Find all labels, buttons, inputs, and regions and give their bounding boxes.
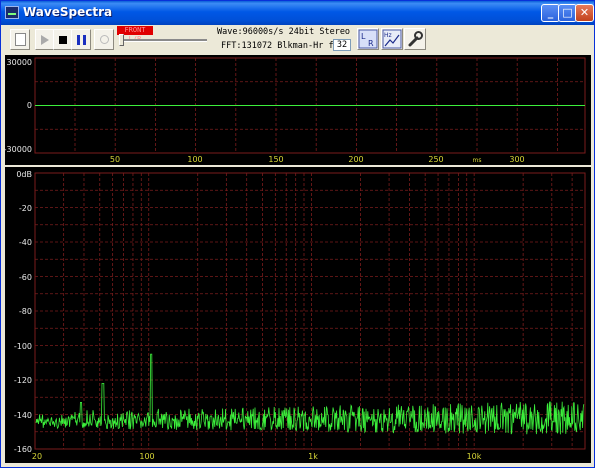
lr-text-r: R xyxy=(368,39,374,48)
file-icon xyxy=(14,33,26,46)
level-slider-track[interactable] xyxy=(119,39,207,42)
wave-format-info: Wave:96000s/s 24bit Stereo xyxy=(217,27,351,37)
spec-y-tick-40: -40 xyxy=(19,238,32,247)
title-bar[interactable]: WaveSpectra _ □ ✕ xyxy=(1,1,594,25)
hz-text: Hz xyxy=(384,32,392,39)
wave-y-tick-neg30000: -30000 xyxy=(5,145,32,154)
wave-x-tick-200: 200 xyxy=(348,155,363,164)
wave-x-tick-250: 250 xyxy=(428,155,443,164)
close-button[interactable]: ✕ xyxy=(575,4,594,22)
app-icon xyxy=(5,6,19,19)
fps-field[interactable]: 32 xyxy=(333,39,351,51)
play-button[interactable] xyxy=(35,29,55,50)
wrench-icon xyxy=(408,31,423,47)
spec-x-tick-1k: 1k xyxy=(308,452,318,461)
spec-x-tick-100: 100 xyxy=(139,452,154,461)
spec-y-tick-160: -160 xyxy=(14,445,32,454)
lr-text-l: L xyxy=(361,32,366,41)
spec-y-tick-0db: 0dB xyxy=(16,170,32,179)
spec-y-tick-60: -60 xyxy=(19,273,32,282)
wave-x-tick-50: 50 xyxy=(110,155,120,164)
channel-lr-button[interactable]: L R xyxy=(357,28,379,50)
window-title: WaveSpectra xyxy=(23,5,113,19)
spec-y-tick-80: -80 xyxy=(19,307,32,316)
spec-y-tick-100: -100 xyxy=(14,342,32,351)
wave-y-tick-0: 0 xyxy=(27,101,32,110)
wave-x-tick-150: 150 xyxy=(268,155,283,164)
wave-x-unit: ms xyxy=(473,157,482,164)
spec-x-tick-10k: 10k xyxy=(467,452,482,461)
spectrum-panel: 0dB -20 -40 -60 -80 -100 -120 -140 -160 … xyxy=(5,167,591,463)
record-button[interactable] xyxy=(94,29,114,50)
stop-icon xyxy=(59,35,67,44)
wave-y-tick-30000: 30000 xyxy=(7,58,32,67)
stop-button[interactable] xyxy=(53,29,73,50)
pause-icon xyxy=(76,34,86,45)
record-icon xyxy=(99,35,109,44)
spec-y-tick-140: -140 xyxy=(14,411,32,420)
lr-icon: L R xyxy=(358,29,378,49)
spec-x-tick-20: 20 xyxy=(32,452,42,461)
fft-info: FFT:131072 Blkman-Hr fps: xyxy=(221,41,349,51)
spec-y-tick-120: -120 xyxy=(14,376,32,385)
open-file-button[interactable] xyxy=(10,29,30,50)
frequency-setup-button[interactable]: Hz xyxy=(381,28,403,50)
waveform-panel: 30000 0 -30000 50 100 150 200 250 ms 300 xyxy=(5,55,591,165)
app-window: WaveSpectra _ □ ✕ FRONT L/R Wave:96000s/… xyxy=(0,0,595,468)
wave-x-tick-300: 300 xyxy=(509,155,524,164)
level-slider-thumb[interactable] xyxy=(119,34,124,46)
play-icon xyxy=(41,34,49,45)
pause-button[interactable] xyxy=(71,29,91,50)
wave-x-tick-100: 100 xyxy=(187,155,202,164)
settings-button[interactable] xyxy=(404,28,426,50)
hz-icon: Hz xyxy=(382,29,402,49)
spec-y-tick-20: -20 xyxy=(19,204,32,213)
